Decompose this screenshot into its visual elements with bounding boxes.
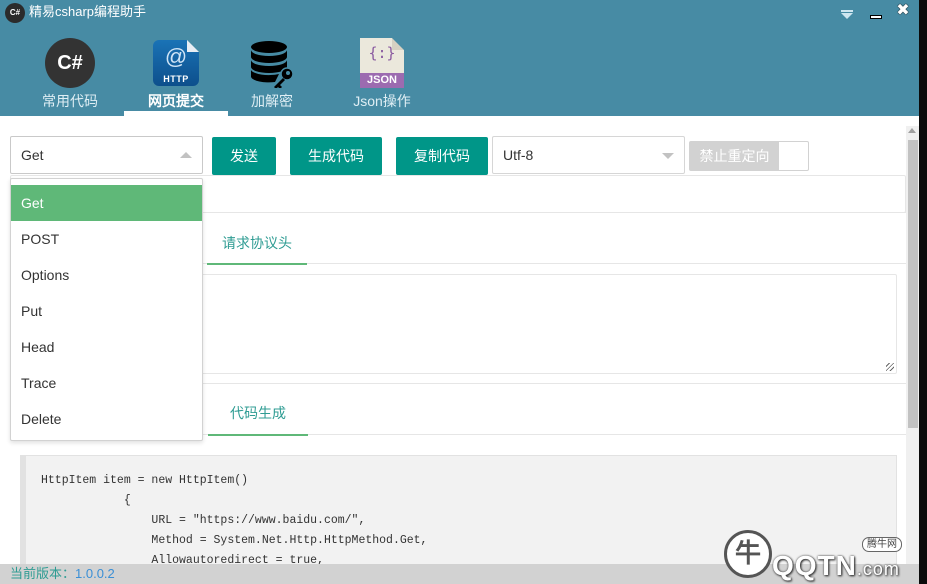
tab-underline bbox=[208, 434, 308, 436]
dropdown-option-delete[interactable]: Delete bbox=[11, 401, 202, 437]
method-dropdown-list: Get POST Options Put Head Trace Delete bbox=[10, 178, 203, 441]
dropdown-option-post[interactable]: POST bbox=[11, 221, 202, 257]
method-select-value: Get bbox=[21, 147, 44, 163]
encoding-select-value: Utf-8 bbox=[503, 147, 534, 163]
vertical-scrollbar[interactable] bbox=[906, 126, 919, 564]
generate-code-button[interactable]: 生成代码 bbox=[290, 137, 382, 175]
nav-common-code[interactable]: C# 常用代码 bbox=[30, 36, 110, 116]
csharp-icon: C# bbox=[45, 38, 95, 88]
tab-code-generation[interactable]: 代码生成 bbox=[208, 384, 308, 436]
nav-label: Json操作 bbox=[353, 93, 411, 109]
title-bar: C# 精易csharp编程助手 ✖ C# 常用代码 @ HTTP 网页提交 加解… bbox=[0, 0, 919, 116]
dropdown-option-get[interactable]: Get bbox=[11, 185, 202, 221]
background-edge bbox=[919, 0, 927, 584]
watermark: 牛 QQTN.com 腾牛网 bbox=[722, 528, 922, 584]
dropdown-option-options[interactable]: Options bbox=[11, 257, 202, 293]
watermark-logo-icon: 牛 bbox=[724, 530, 772, 578]
dropdown-option-head[interactable]: Head bbox=[11, 329, 202, 365]
scroll-thumb[interactable] bbox=[908, 140, 918, 428]
copy-code-button[interactable]: 复制代码 bbox=[396, 137, 488, 175]
switch-label: 禁止重定向 bbox=[690, 142, 779, 170]
watermark-tag: 腾牛网 bbox=[862, 537, 902, 552]
disable-redirect-switch[interactable]: 禁止重定向 bbox=[689, 141, 809, 171]
dropdown-menu-icon[interactable] bbox=[838, 4, 856, 20]
nav-encrypt-decrypt[interactable]: 加解密 bbox=[232, 36, 312, 116]
nav-label: 加解密 bbox=[251, 93, 293, 109]
scroll-up-arrow-icon[interactable] bbox=[908, 128, 916, 133]
json-file-icon: {:} JSON bbox=[360, 38, 404, 88]
http-icon: @ HTTP bbox=[153, 40, 199, 86]
minimize-icon[interactable] bbox=[868, 4, 886, 20]
version-label: 当前版本： bbox=[10, 566, 76, 581]
nav-label: 常用代码 bbox=[42, 93, 98, 109]
version-value: 1.0.0.2 bbox=[75, 566, 115, 581]
database-key-icon bbox=[251, 41, 294, 88]
send-button[interactable]: 发送 bbox=[212, 137, 276, 175]
watermark-text: QQTN.com bbox=[772, 550, 900, 581]
encoding-select[interactable]: Utf-8 bbox=[492, 136, 685, 174]
nav-web-submit[interactable]: @ HTTP 网页提交 bbox=[124, 36, 228, 116]
app-logo-icon: C# bbox=[5, 3, 25, 23]
close-icon[interactable]: ✖ bbox=[894, 3, 912, 20]
caret-up-icon bbox=[180, 152, 192, 158]
resize-grip-icon[interactable] bbox=[886, 363, 894, 371]
caret-down-icon bbox=[662, 153, 674, 159]
code-text: HttpItem item = new HttpItem() { URL = "… bbox=[41, 474, 428, 565]
method-select[interactable]: Get bbox=[10, 136, 203, 174]
dropdown-option-trace[interactable]: Trace bbox=[11, 365, 202, 401]
tab-underline bbox=[207, 263, 307, 265]
tab-request-headers[interactable]: 请求协议头 bbox=[207, 213, 307, 265]
nav-label: 网页提交 bbox=[148, 93, 204, 109]
window-title: 精易csharp编程助手 bbox=[29, 4, 147, 19]
nav-json[interactable]: {:} JSON Json操作 bbox=[342, 36, 422, 116]
dropdown-option-put[interactable]: Put bbox=[11, 293, 202, 329]
